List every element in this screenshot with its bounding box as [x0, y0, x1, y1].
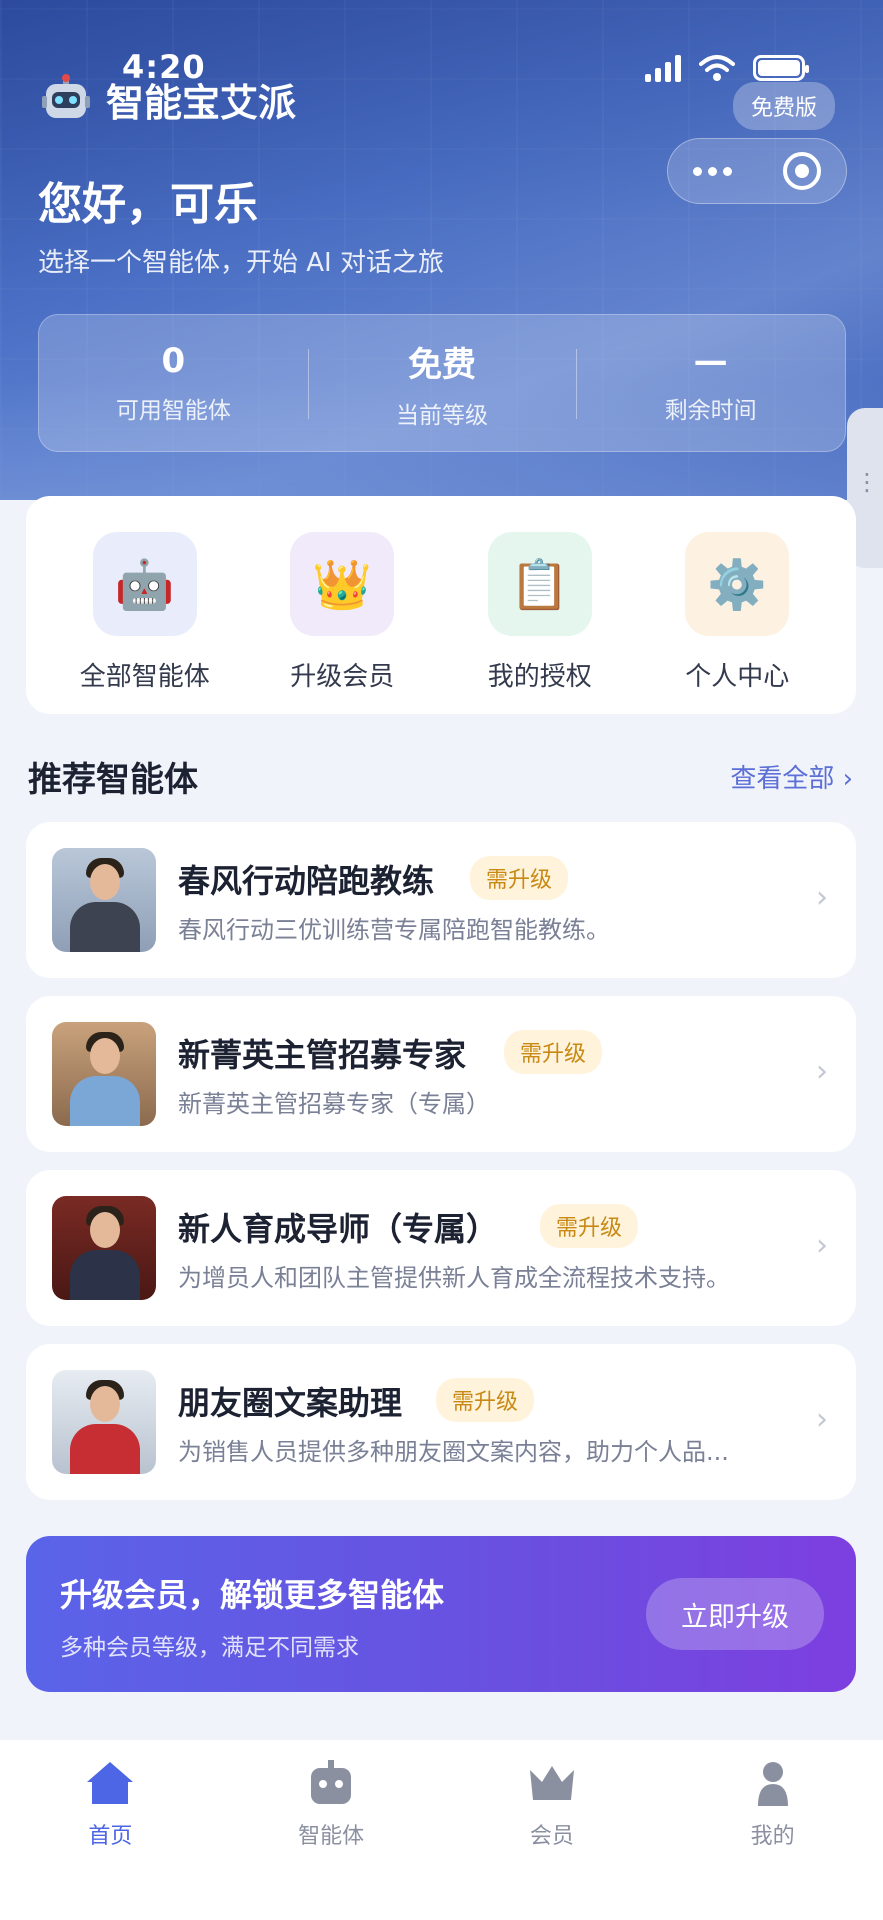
bottom-tab-bar: 首页 智能体 会员 我的 [0, 1740, 883, 1920]
tab-membership[interactable]: 会员 [442, 1760, 663, 1920]
agent-avatar [52, 1196, 156, 1300]
quick-action-label: 我的授权 [487, 662, 592, 692]
quick-action-profile[interactable]: ⚙️ 个人中心 [639, 532, 837, 714]
robot-logo-icon [42, 73, 90, 118]
signal-icon [645, 54, 681, 82]
view-all-link[interactable]: 查看全部 › [730, 758, 853, 795]
agent-card[interactable]: 春风行动陪跑教练 需升级 春风行动三优训练营专属陪跑智能教练。 › [26, 822, 856, 978]
section-title: 推荐智能体 [28, 760, 198, 800]
stat-label: 当前等级 [396, 402, 488, 429]
tab-label: 首页 [88, 1824, 133, 1849]
greeting-title: 您好，可乐 [38, 179, 258, 230]
tab-label: 智能体 [298, 1824, 365, 1849]
upgrade-banner[interactable]: 升级会员，解锁更多智能体 多种会员等级，满足不同需求 立即升级 [26, 1536, 856, 1692]
agent-card[interactable]: 朋友圈文案助理 需升级 为销售人员提供多种朋友圈文案内容，助力个人品... › [26, 1344, 856, 1500]
greeting-subtitle: 选择一个智能体，开始 AI 对话之旅 [38, 248, 444, 278]
gear-glyph: ⚙️ [707, 556, 768, 613]
stat-label: 可用智能体 [115, 398, 231, 424]
agent-name: 新人育成导师（专属） [178, 1210, 499, 1248]
app-title-row: 智能宝艾派 [40, 72, 296, 127]
tab-home[interactable]: 首页 [0, 1760, 221, 1920]
stat-remaining-time: — 剩余时间 [576, 315, 845, 451]
tab-mine[interactable]: 我的 [662, 1760, 883, 1920]
gear-icon: ⚙️ [685, 532, 790, 636]
robot-icon [311, 1760, 352, 1804]
crown-glyph: 👑 [312, 556, 373, 613]
stat-value: 免费 [408, 344, 476, 385]
clipboard-glyph: 📋 [509, 556, 570, 613]
quick-action-label: 升级会员 [290, 662, 395, 692]
user-icon [757, 1762, 788, 1806]
crown-icon: 👑 [290, 532, 395, 636]
agent-description: 春风行动三优训练营专属陪跑智能教练。 [178, 916, 610, 944]
close-target-icon[interactable] [782, 152, 821, 190]
wifi-icon [699, 55, 735, 81]
clipboard-icon: 📋 [487, 532, 592, 636]
agent-avatar [52, 848, 156, 952]
chevron-right-icon: › [816, 880, 828, 915]
stat-current-level: 免费 当前等级 [307, 315, 577, 451]
banner-subtitle: 多种会员等级，满足不同需求 [60, 1635, 359, 1661]
stat-available-agents: 0 可用智能体 [39, 315, 308, 451]
agent-name: 朋友圈文案助理 [178, 1384, 403, 1422]
chevron-right-icon: › [816, 1228, 828, 1263]
more-icon[interactable] [693, 166, 733, 176]
tab-agents[interactable]: 智能体 [221, 1760, 442, 1920]
upgrade-now-button[interactable]: 立即升级 [646, 1578, 824, 1650]
agent-description: 新菁英主管招募专家（专属） [178, 1090, 490, 1118]
app-title: 智能宝艾派 [106, 81, 297, 125]
stat-label: 剩余时间 [664, 398, 757, 424]
chevron-right-icon: › [816, 1054, 828, 1089]
crown-icon [529, 1766, 574, 1800]
quick-action-label: 全部智能体 [79, 662, 210, 692]
status-icons [645, 54, 809, 82]
agent-avatar [52, 1022, 156, 1126]
agent-name: 春风行动陪跑教练 [178, 862, 435, 900]
quick-actions: 🤖 全部智能体 👑 升级会员 📋 我的授权 ⚙️ 个人中心 [26, 496, 856, 714]
tab-label: 会员 [529, 1824, 574, 1849]
agent-description: 为销售人员提供多种朋友圈文案内容，助力个人品... [178, 1438, 729, 1466]
agent-card[interactable]: 新菁英主管招募专家 需升级 新菁英主管招募专家（专属） › [26, 996, 856, 1152]
agent-description: 为增员人和团队主管提供新人育成全流程技术支持。 [178, 1264, 730, 1292]
stat-value: — [693, 341, 728, 381]
agent-card[interactable]: 新人育成导师（专属） 需升级 为增员人和团队主管提供新人育成全流程技术支持。 › [26, 1170, 856, 1326]
battery-icon [753, 55, 809, 81]
quick-action-all-agents[interactable]: 🤖 全部智能体 [46, 532, 244, 714]
robot-glyph: 🤖 [114, 556, 175, 613]
stats-panel: 0 可用智能体 免费 当前等级 — 剩余时间 [38, 314, 846, 452]
banner-title: 升级会员，解锁更多智能体 [60, 1576, 445, 1614]
quick-action-label: 个人中心 [685, 662, 790, 692]
header-hero: 4:20 智能宝艾派 免费版 您好，可乐 选择一个智能体，开始 AI 对话之旅 [0, 0, 883, 500]
upgrade-required-badge: 需升级 [504, 1030, 603, 1074]
quick-action-upgrade[interactable]: 👑 升级会员 [244, 532, 442, 714]
upgrade-required-badge: 需升级 [470, 856, 569, 900]
stat-value: 0 [161, 341, 186, 381]
robot-icon: 🤖 [92, 532, 197, 636]
version-badge: 免费版 [732, 82, 835, 130]
home-icon [87, 1762, 134, 1804]
upgrade-required-badge: 需升级 [540, 1204, 639, 1248]
quick-action-my-authorization[interactable]: 📋 我的授权 [441, 532, 639, 714]
chevron-right-icon: › [816, 1402, 828, 1437]
upgrade-required-badge: 需升级 [436, 1378, 535, 1422]
tab-label: 我的 [750, 1824, 795, 1849]
agent-avatar [52, 1370, 156, 1474]
miniprogram-capsule[interactable] [667, 138, 847, 204]
agent-name: 新菁英主管招募专家 [178, 1036, 467, 1074]
